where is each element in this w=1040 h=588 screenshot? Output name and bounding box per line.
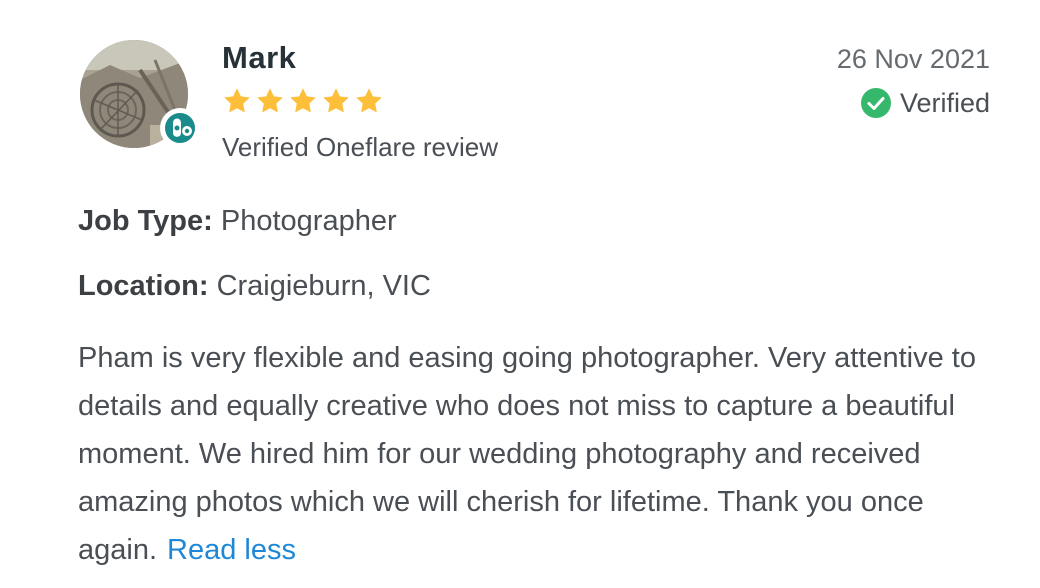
verified-label: Verified: [899, 87, 990, 118]
review-date: 26 Nov 2021: [836, 44, 990, 74]
check-circle-icon: [860, 88, 891, 118]
job-type-row: Job Type: Photographer: [78, 205, 397, 238]
star-icon: [224, 88, 250, 113]
oneflare-logo-icon: [160, 108, 200, 148]
star-icon: [290, 88, 316, 113]
star-icon: [257, 88, 283, 113]
star-icon: [356, 88, 382, 113]
review-card: Mark Verified Oneflare review 26 Nov 202…: [0, 0, 1040, 588]
review-body: Pham is very flexible and easing going p…: [78, 334, 998, 574]
verified-status: Verified: [860, 87, 990, 119]
job-type-value: Photographer: [220, 205, 397, 237]
star-rating: [222, 86, 384, 116]
review-text: Pham is very flexible and easing going p…: [78, 342, 976, 566]
reviewer-name: Mark: [222, 40, 297, 75]
location-label: Location:: [78, 270, 209, 302]
location-value: Craigieburn, VIC: [216, 270, 431, 302]
review-source-label: Verified Oneflare review: [222, 132, 499, 162]
location-row: Location: Craigieburn, VIC: [78, 270, 431, 303]
read-less-link[interactable]: Read less: [167, 534, 296, 566]
star-icon: [323, 88, 349, 113]
job-type-label: Job Type:: [78, 205, 213, 237]
